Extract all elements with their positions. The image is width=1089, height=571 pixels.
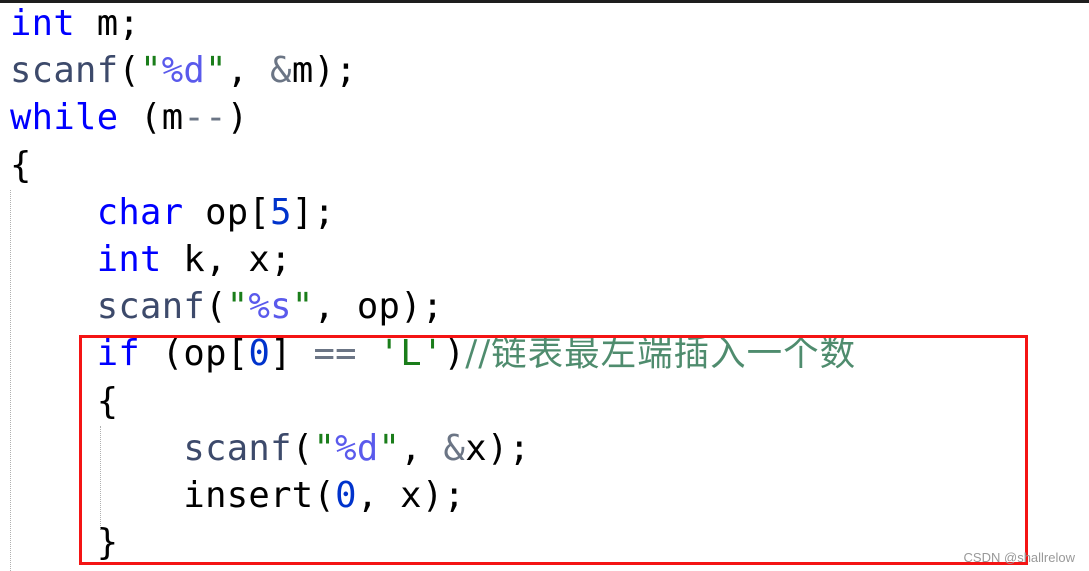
code-token: op[: [183, 191, 271, 233]
code-token: scanf: [10, 50, 119, 92]
code-token: &: [270, 50, 292, 92]
code-token: while: [10, 97, 119, 139]
code-token: %s: [248, 286, 292, 328]
code-token: int: [96, 238, 162, 280]
code-token: char: [96, 191, 184, 233]
code-line: int k, x;: [10, 236, 856, 283]
code-token: m);: [291, 50, 357, 92]
code-token: (m: [118, 97, 184, 139]
code-token: ];: [291, 191, 336, 233]
code-token: ": [226, 286, 249, 328]
code-token: {: [10, 144, 32, 186]
code-line: scanf("%d", &m);: [10, 47, 856, 94]
code-token: ": [140, 50, 162, 92]
code-line: int m;: [10, 0, 856, 47]
code-token: ": [291, 286, 314, 328]
code-token: 5: [270, 191, 292, 233]
code-token: %d: [161, 50, 206, 92]
code-line: while (m--): [10, 94, 856, 141]
code-line: scanf("%s", op);: [10, 283, 856, 330]
code-token: k, x;: [161, 238, 292, 280]
code-token: --: [183, 97, 227, 139]
code-token: scanf: [96, 286, 206, 328]
code-token: ": [205, 50, 227, 92]
code-token: , op);: [313, 286, 444, 328]
code-token: int: [10, 3, 76, 44]
code-token: (: [118, 50, 141, 92]
code-token: m;: [75, 3, 141, 44]
code-line: {: [10, 142, 856, 189]
watermark: CSDN @shallrelow: [963, 550, 1075, 565]
code-token: (: [205, 286, 227, 328]
code-token: ): [226, 97, 249, 139]
code-line: char op[5];: [10, 189, 856, 236]
red-highlight-box: [79, 335, 1028, 565]
code-token: ,: [226, 50, 271, 92]
